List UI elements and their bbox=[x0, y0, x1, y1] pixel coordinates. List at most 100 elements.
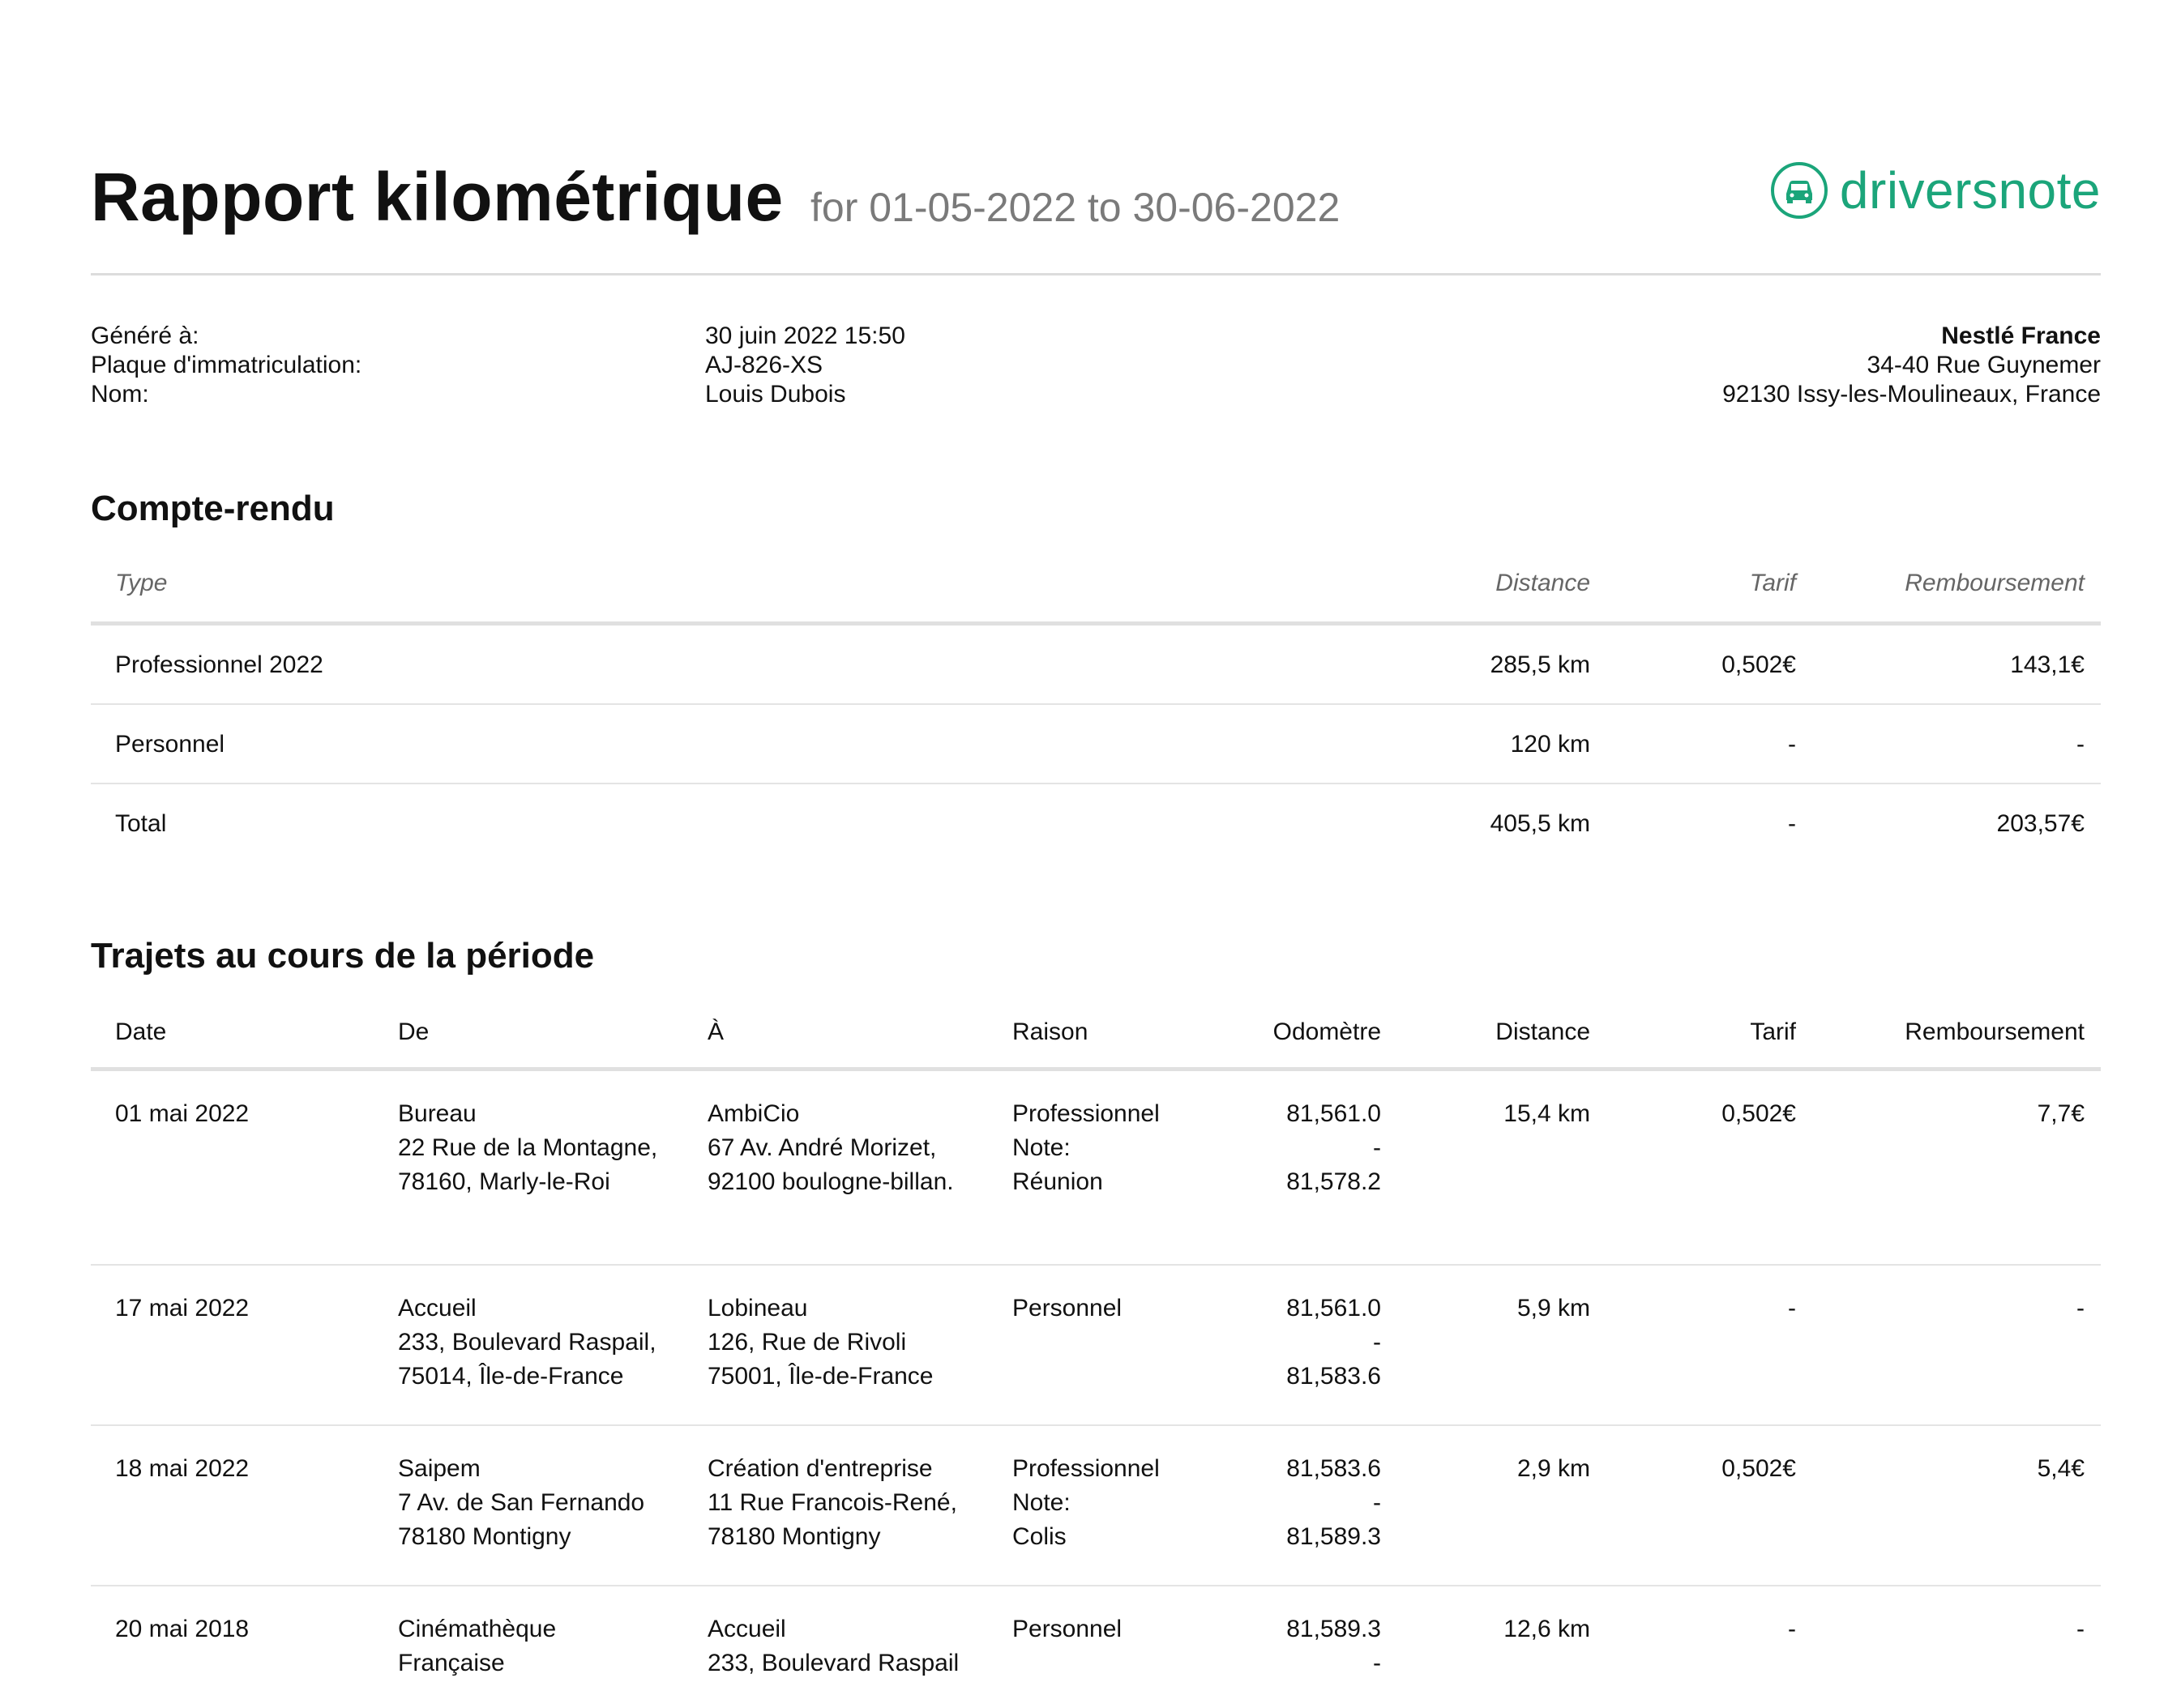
summary-title: Compte-rendu bbox=[91, 489, 335, 528]
trip-to-line: Accueil bbox=[708, 1616, 786, 1642]
trips-col-odometer: Odomètre bbox=[1272, 1018, 1381, 1045]
odometer-end: 81,589.3 bbox=[1286, 1523, 1381, 1550]
summary-distance: 405,5 km bbox=[1490, 810, 1590, 837]
trip-row: 17 mai 2022 Accueil 233, Boulevard Raspa… bbox=[91, 1266, 2101, 1424]
trip-odometer: 81,589.3 - bbox=[1286, 1612, 1381, 1680]
header-divider bbox=[91, 273, 2101, 275]
summary-col-reimbursement: Remboursement bbox=[1905, 570, 2085, 596]
trip-reason-line: Personnel bbox=[1012, 1616, 1123, 1642]
trip-from-line: Saipem bbox=[398, 1455, 481, 1482]
summary-reimbursement: - bbox=[2076, 731, 2085, 758]
trips-col-distance: Distance bbox=[1495, 1018, 1590, 1045]
trip-reason: Personnel bbox=[1012, 1292, 1122, 1326]
trip-from-line: 22 Rue de la Montagne, bbox=[398, 1134, 658, 1161]
summary-type: Total bbox=[115, 810, 167, 837]
trips-table: Date De À Raison Odomètre Distance Tarif… bbox=[91, 1010, 2101, 1708]
name-label: Nom: bbox=[91, 381, 149, 408]
trip-rate: - bbox=[1788, 1295, 1796, 1322]
odometer-separator: - bbox=[1373, 1134, 1381, 1161]
trip-to-line: 67 Av. André Morizet, bbox=[708, 1134, 937, 1161]
trip-distance: 12,6 km bbox=[1503, 1616, 1590, 1642]
trip-reason: Professionnel Note: Colis bbox=[1012, 1452, 1160, 1554]
summary-rate: - bbox=[1788, 731, 1796, 758]
company-address: Nestlé France 34-40 Rue Guynemer 92130 I… bbox=[1722, 322, 2101, 409]
trip-to-line: 78180 Montigny bbox=[708, 1523, 881, 1550]
trips-col-date: Date bbox=[115, 1018, 167, 1045]
odometer-start: 81,583.6 bbox=[1286, 1455, 1381, 1482]
plate-label: Plaque d'immatriculation: bbox=[91, 352, 362, 378]
trip-to-line: 233, Boulevard Raspail bbox=[708, 1650, 960, 1676]
report-title: Rapport kilométrique bbox=[91, 159, 784, 235]
trip-reason: Personnel bbox=[1012, 1612, 1122, 1646]
trip-reimbursement: 5,4€ bbox=[2037, 1455, 2085, 1482]
trip-row: 18 mai 2022 Saipem 7 Av. de San Fernando… bbox=[91, 1426, 2101, 1585]
trip-distance: 15,4 km bbox=[1503, 1100, 1590, 1127]
summary-rate: - bbox=[1788, 810, 1796, 837]
trip-from: Cinémathèque Française bbox=[398, 1612, 556, 1680]
trip-date: 17 mai 2022 bbox=[115, 1295, 250, 1322]
trip-row: 20 mai 2018 Cinémathèque Française Accue… bbox=[91, 1586, 2101, 1708]
car-icon bbox=[1770, 162, 1828, 219]
trips-title: Trajets au cours de la période bbox=[91, 936, 595, 976]
trip-reimbursement: - bbox=[2076, 1616, 2085, 1642]
trip-reimbursement: 7,7€ bbox=[2037, 1100, 2085, 1127]
summary-col-distance: Distance bbox=[1495, 570, 1590, 596]
trip-from-line: 78160, Marly-le-Roi bbox=[398, 1168, 610, 1195]
trip-from: Accueil 233, Boulevard Raspail, 75014, Î… bbox=[398, 1292, 656, 1394]
generated-label: Généré à: bbox=[91, 322, 199, 349]
brand-logo: driversnote bbox=[1770, 158, 2101, 223]
trip-to: Accueil 233, Boulevard Raspail bbox=[708, 1612, 959, 1680]
meta-values: 30 juin 2022 15:50 AJ-826-XS Louis Duboi… bbox=[705, 322, 905, 409]
trip-to-line: 126, Rue de Rivoli bbox=[708, 1329, 907, 1356]
trip-from-line: 7 Av. de San Fernando bbox=[398, 1489, 645, 1516]
trip-to-line: AmbiCio bbox=[708, 1100, 800, 1127]
odometer-start: 81,589.3 bbox=[1286, 1616, 1381, 1642]
trips-header-row: Date De À Raison Odomètre Distance Tarif… bbox=[91, 1010, 2101, 1067]
trip-odometer: 81,561.0 - 81,578.2 bbox=[1286, 1097, 1381, 1199]
summary-distance: 285,5 km bbox=[1490, 651, 1590, 678]
trip-rate: 0,502€ bbox=[1721, 1100, 1796, 1127]
odometer-start: 81,561.0 bbox=[1286, 1295, 1381, 1322]
summary-type: Professionnel 2022 bbox=[115, 651, 323, 678]
name-value: Louis Dubois bbox=[705, 381, 846, 408]
summary-col-rate: Tarif bbox=[1749, 570, 1796, 596]
trips-col-from: De bbox=[398, 1018, 430, 1045]
summary-row: Personnel 120 km - - bbox=[91, 705, 2101, 783]
summary-reimbursement: 203,57€ bbox=[1996, 810, 2085, 837]
trip-rate: 0,502€ bbox=[1721, 1455, 1796, 1482]
trips-col-to: À bbox=[708, 1018, 725, 1045]
odometer-start: 81,561.0 bbox=[1286, 1100, 1381, 1127]
odometer-end: 81,583.6 bbox=[1286, 1363, 1381, 1390]
summary-col-type: Type bbox=[115, 570, 168, 596]
trip-reason-line: Professionnel bbox=[1012, 1455, 1160, 1482]
summary-distance: 120 km bbox=[1510, 731, 1590, 758]
summary-row: Professionnel 2022 285,5 km 0,502€ 143,1… bbox=[91, 626, 2101, 703]
trip-reason-line: Professionnel bbox=[1012, 1100, 1160, 1127]
generated-value: 30 juin 2022 15:50 bbox=[705, 322, 905, 349]
summary-header-row: Type Distance Tarif Remboursement bbox=[91, 563, 2101, 621]
trips-col-reason: Raison bbox=[1012, 1018, 1088, 1045]
trip-date: 18 mai 2022 bbox=[115, 1455, 250, 1482]
trip-from-line: Bureau bbox=[398, 1100, 477, 1127]
summary-rate: 0,502€ bbox=[1721, 651, 1796, 678]
trip-from-line: 233, Boulevard Raspail, bbox=[398, 1329, 656, 1356]
trips-col-reimbursement: Remboursement bbox=[1905, 1018, 2085, 1045]
trip-reason-line: Note: bbox=[1012, 1134, 1071, 1161]
trip-from-line: 78180 Montigny bbox=[398, 1523, 571, 1550]
trip-reason-line: Réunion bbox=[1012, 1168, 1103, 1195]
trip-to: Lobineau 126, Rue de Rivoli 75001, Île-d… bbox=[708, 1292, 934, 1394]
odometer-separator: - bbox=[1373, 1329, 1381, 1356]
trip-from: Bureau 22 Rue de la Montagne, 78160, Mar… bbox=[398, 1097, 657, 1199]
trips-col-rate: Tarif bbox=[1750, 1018, 1796, 1045]
odometer-separator: - bbox=[1373, 1489, 1381, 1516]
trip-reimbursement: - bbox=[2076, 1295, 2085, 1322]
odometer-separator: - bbox=[1373, 1650, 1381, 1676]
trip-reason-line: Note: bbox=[1012, 1489, 1071, 1516]
plate-value: AJ-826-XS bbox=[705, 352, 823, 378]
trip-date: 01 mai 2022 bbox=[115, 1100, 250, 1127]
trip-from-line: Cinémathèque bbox=[398, 1616, 557, 1642]
trip-odometer: 81,583.6 - 81,589.3 bbox=[1286, 1452, 1381, 1554]
trip-from-line: Accueil bbox=[398, 1295, 477, 1322]
trip-from-line: Française bbox=[398, 1650, 505, 1676]
trip-rate: - bbox=[1788, 1616, 1796, 1642]
